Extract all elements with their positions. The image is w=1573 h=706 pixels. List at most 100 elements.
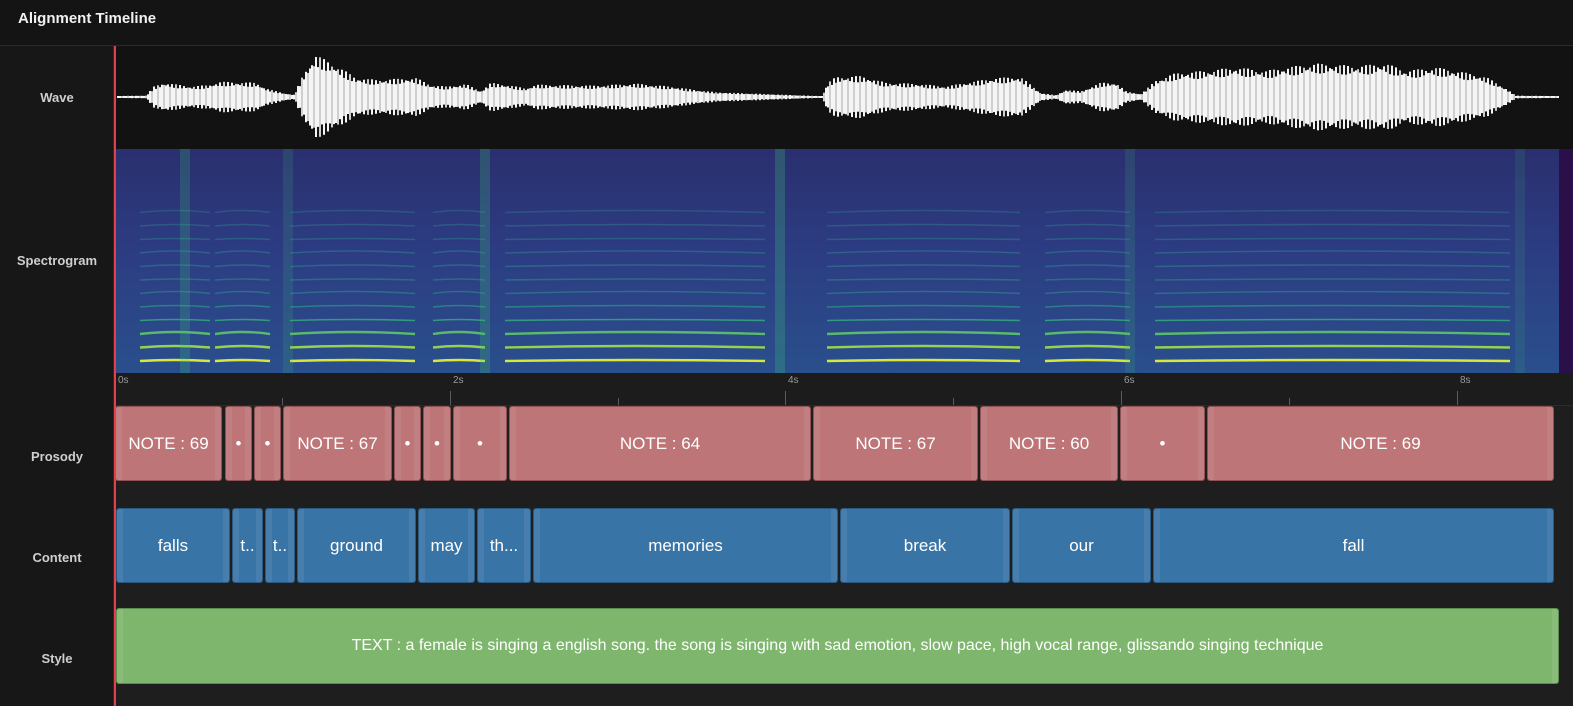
prosody-rest-segment[interactable]: • [453, 406, 507, 481]
waveform-bar [1451, 73, 1453, 121]
waveform-bar [673, 88, 675, 106]
waveform-bar [1055, 95, 1057, 99]
content-word-segment[interactable]: t.. [265, 508, 295, 583]
prosody-note-segment[interactable]: NOTE : 67 [813, 406, 978, 481]
waveform-bar [1259, 74, 1261, 120]
waveform-bar [1481, 80, 1483, 114]
waveform-bar [1535, 95, 1537, 99]
content-word-segment[interactable]: ground [297, 508, 416, 583]
waveform-bar [803, 95, 805, 99]
waveform-bar [461, 87, 463, 107]
waveform-bar [833, 78, 835, 116]
waveform-bar [557, 87, 559, 107]
prosody-note-segment[interactable]: NOTE : 67 [283, 406, 392, 481]
waveform-bar [1109, 85, 1111, 109]
waveform-bar [653, 87, 655, 107]
prosody-rest-segment[interactable]: • [254, 406, 281, 481]
waveform-bar [339, 74, 341, 120]
content-word-segment[interactable]: memories [533, 508, 838, 583]
content-word-segment[interactable]: fall [1153, 508, 1554, 583]
waveform-bar [1209, 74, 1211, 120]
waveform-bars [117, 57, 1559, 137]
content-word-segment[interactable]: t.. [232, 508, 263, 583]
waveform-bar [1229, 69, 1231, 125]
waveform-bar [1409, 71, 1411, 123]
waveform-bar [1019, 81, 1021, 113]
waveform-bar [747, 93, 749, 101]
waveform-bar [1009, 82, 1011, 112]
waveform-bar [619, 84, 621, 110]
waveform-bar [1421, 69, 1423, 125]
waveform-bar [777, 94, 779, 100]
waveform-bar [1127, 93, 1129, 101]
prosody-rest-segment[interactable]: • [394, 406, 421, 481]
waveform-bar [621, 87, 623, 107]
waveform-bar [1207, 73, 1209, 121]
waveform-bar [565, 88, 567, 106]
prosody-rest-segment[interactable]: • [423, 406, 451, 481]
content-word-segment[interactable]: break [840, 508, 1010, 583]
prosody-note-segment[interactable]: NOTE : 64 [509, 406, 811, 481]
waveform-bar [655, 85, 657, 109]
content-word-segment[interactable]: falls [116, 508, 230, 583]
waveform-bar [1425, 71, 1427, 123]
waveform-bar [689, 89, 691, 105]
waveform-bar [135, 95, 137, 99]
style-text-segment[interactable]: TEXT : a female is singing a english son… [116, 608, 1559, 684]
prosody-rest-segment[interactable]: • [225, 406, 252, 481]
waveform-track[interactable] [115, 46, 1573, 149]
prosody-note-segment[interactable]: NOTE : 60 [980, 406, 1118, 481]
waveform-bar [1497, 86, 1499, 108]
waveform-bar [1381, 69, 1383, 125]
prosody-note-segment[interactable]: NOTE : 69 [1207, 406, 1554, 481]
waveform-bar [847, 78, 849, 116]
prosody-note-segment[interactable]: NOTE : 69 [115, 406, 222, 481]
waveform-bar [1157, 83, 1159, 111]
waveform-bar [1129, 92, 1131, 102]
waveform-bar [185, 88, 187, 106]
waveform-bar [729, 92, 731, 102]
waveform-bar [553, 86, 555, 108]
waveform-bar [533, 86, 535, 108]
waveform-bar [775, 95, 777, 100]
waveform-bar [691, 91, 693, 103]
content-word-segment[interactable]: th... [477, 508, 531, 583]
spectrogram-track[interactable] [115, 149, 1573, 373]
prosody-rest-segment[interactable]: • [1120, 406, 1205, 481]
waveform-bar [317, 67, 319, 127]
waveform-bar [1001, 83, 1003, 111]
waveform-bar [1083, 91, 1085, 103]
waveform-bar [341, 69, 343, 125]
waveform-bar [1279, 74, 1281, 120]
waveform-bar [1529, 96, 1531, 98]
waveform-bar [1333, 70, 1335, 124]
waveform-bar [841, 78, 843, 116]
waveform-bar [1171, 81, 1173, 113]
waveform-bar [921, 85, 923, 109]
waveform-bar [597, 86, 599, 108]
waveform-bar [395, 84, 397, 110]
playhead-cursor[interactable] [114, 46, 116, 706]
waveform-bar [1199, 71, 1201, 123]
content-word-segment[interactable]: our [1012, 508, 1151, 583]
waveform-bar [375, 80, 377, 114]
waveform-bar [201, 85, 203, 109]
waveform-bar [605, 87, 607, 107]
waveform-bar [813, 96, 815, 98]
waveform-bar [365, 83, 367, 111]
waveform-bar [273, 92, 275, 102]
waveform-bar [289, 94, 291, 100]
waveform-bar [611, 84, 613, 110]
waveform-bar [537, 84, 539, 110]
waveform-bar [639, 87, 641, 107]
content-word-segment[interactable]: may [418, 508, 475, 583]
waveform-bar [731, 94, 733, 101]
waveform-bar [945, 88, 947, 106]
waveform-bar [1105, 86, 1107, 108]
waveform-bar [1393, 75, 1395, 119]
waveform-bar [1161, 80, 1163, 114]
waveform-bar [1377, 67, 1379, 127]
waveform-bar [1471, 79, 1473, 115]
waveform-bar [1457, 72, 1459, 122]
waveform-bar [329, 70, 331, 124]
